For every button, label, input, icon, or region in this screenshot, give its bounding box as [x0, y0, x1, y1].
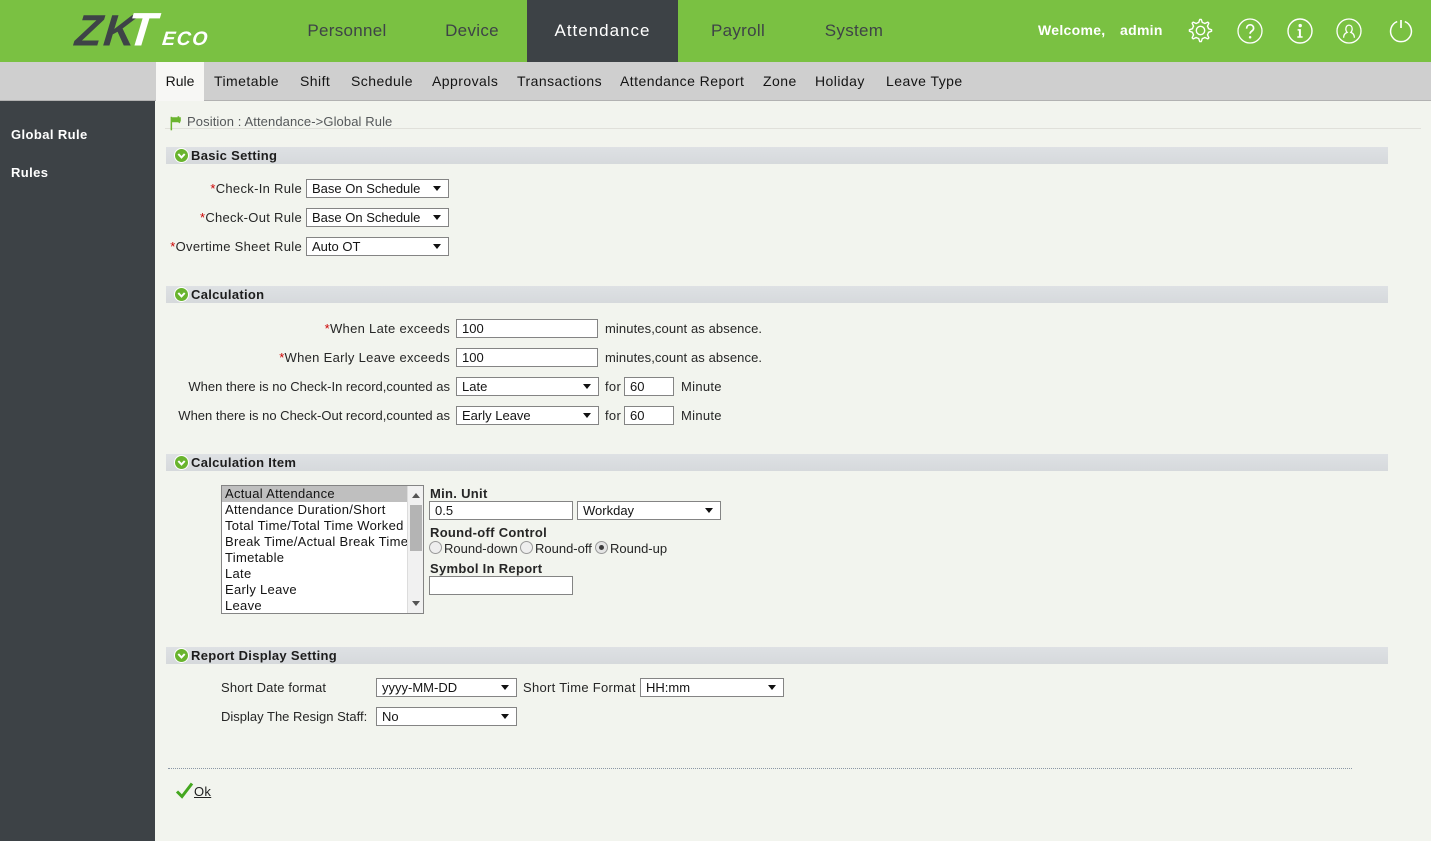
svg-text:ECO: ECO: [161, 28, 210, 50]
svg-text:T: T: [125, 8, 163, 55]
